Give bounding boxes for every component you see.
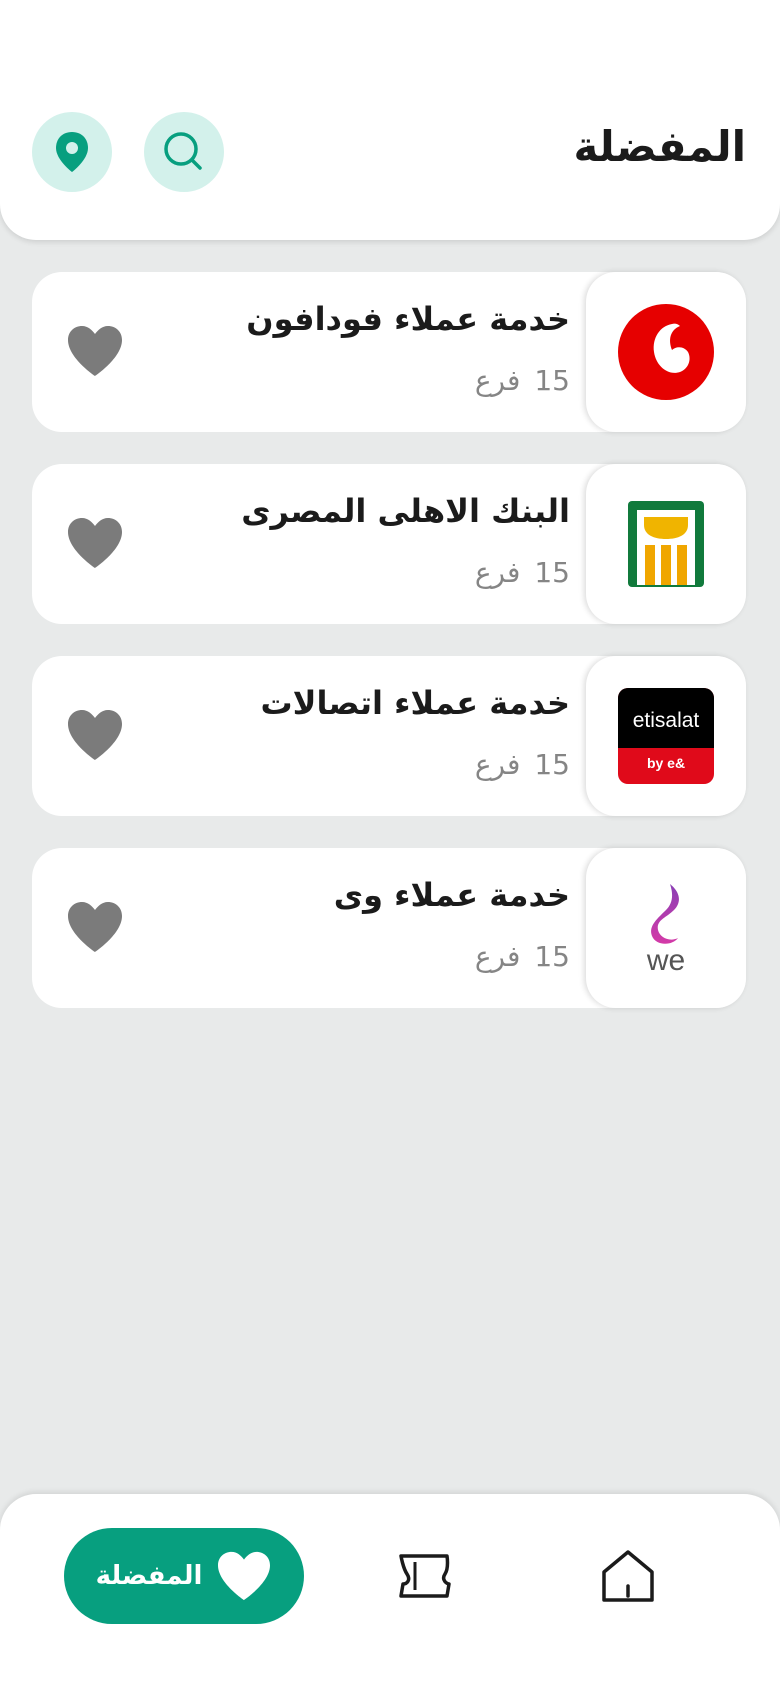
nav-favorites-label: المفضلة (95, 1561, 203, 1591)
branch-count: 15فرع (474, 748, 570, 781)
bottom-nav: المفضلة (0, 1494, 780, 1688)
heart-icon (68, 710, 122, 760)
nav-home-button[interactable] (592, 1540, 664, 1612)
heart-icon (218, 1551, 271, 1601)
we-wordmark: we (646, 944, 685, 976)
branch-count: 15فرع (474, 940, 570, 973)
top-bar: المفضلة (0, 0, 780, 240)
etisalat-sub-wordmark: by e& (647, 755, 685, 771)
favorite-card-nbe[interactable]: البنك الاهلى المصرى 15فرع (32, 464, 746, 624)
nav-favorites-button[interactable]: المفضلة (64, 1528, 304, 1624)
favorite-toggle[interactable] (66, 708, 124, 762)
branch-name: البنك الاهلى المصرى (241, 492, 570, 530)
heart-icon (68, 326, 122, 376)
heart-icon (68, 518, 122, 568)
heart-icon (68, 902, 122, 952)
we-logo: we (586, 848, 746, 1008)
search-button[interactable] (144, 112, 224, 192)
tickets-icon (399, 1554, 451, 1598)
nav-tickets-button[interactable] (388, 1540, 460, 1612)
favorite-toggle[interactable] (66, 324, 124, 378)
location-pin-icon (56, 132, 88, 172)
page-title: المفضلة (573, 122, 746, 171)
search-icon (164, 132, 202, 170)
etisalat-logo: etisalat by e& (586, 656, 746, 816)
branch-name: خدمة عملاء فودافون (246, 300, 570, 338)
branch-name: خدمة عملاء اتصالات (260, 684, 570, 722)
favorite-toggle[interactable] (66, 516, 124, 570)
branch-count: 15فرع (474, 556, 570, 589)
favorite-card-etisalat[interactable]: etisalat by e& خدمة عملاء اتصالات 15فرع (32, 656, 746, 816)
home-icon (602, 1550, 654, 1602)
branch-name: خدمة عملاء وى (333, 876, 570, 914)
nbe-logo (586, 464, 746, 624)
favorite-card-vodafone[interactable]: خدمة عملاء فودافون 15فرع (32, 272, 746, 432)
favorite-card-we[interactable]: we خدمة عملاء وى 15فرع (32, 848, 746, 1008)
branch-count: 15فرع (474, 364, 570, 397)
etisalat-wordmark: etisalat (633, 709, 700, 732)
vodafone-logo (586, 272, 746, 432)
favorite-toggle[interactable] (66, 900, 124, 954)
location-button[interactable] (32, 112, 112, 192)
